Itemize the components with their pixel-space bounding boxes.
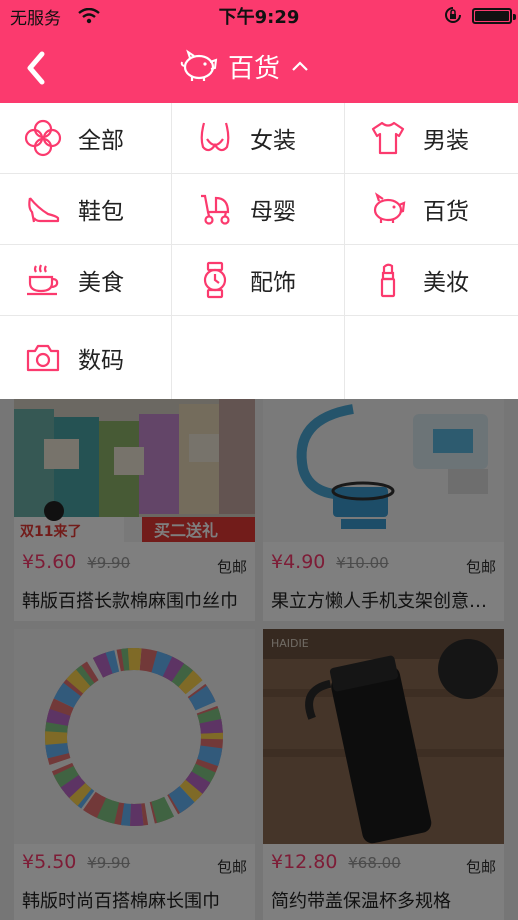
category-label: 男装: [423, 128, 469, 154]
piggy-bank-icon: [180, 49, 218, 81]
status-time: 下午9:29: [218, 7, 300, 28]
page-title: 百货: [228, 53, 281, 84]
watch-icon: [203, 261, 227, 299]
category-switcher[interactable]: 百货: [180, 46, 310, 86]
status-bar: 无服务 下午9:29: [0, 0, 518, 30]
lipstick-icon: [380, 263, 396, 298]
rotation-lock-icon: [445, 7, 461, 23]
nav-bar: 百货: [0, 30, 518, 103]
all-icon: [24, 119, 62, 157]
category-food[interactable]: 美食: [0, 245, 172, 316]
category-label: 女装: [250, 128, 296, 154]
category-digital[interactable]: 数码: [0, 316, 172, 399]
empty-cell: [345, 316, 518, 399]
category-label: 鞋包: [78, 199, 124, 225]
chevron-up-icon: [292, 61, 308, 71]
back-button[interactable]: [18, 48, 58, 88]
battery-icon: [472, 8, 516, 24]
stroller-icon: [201, 194, 230, 225]
category-label: 美妆: [423, 270, 469, 296]
category-label: 美食: [78, 270, 124, 296]
category-all[interactable]: 全部: [0, 103, 172, 174]
coffee-cup-icon: [27, 264, 59, 296]
category-label: 百货: [423, 199, 469, 225]
category-shoes-bags[interactable]: 鞋包: [0, 174, 172, 245]
piggy-bank-icon: [373, 192, 406, 223]
dim-overlay[interactable]: [0, 399, 518, 920]
category-womenswear[interactable]: 女装: [172, 103, 345, 174]
product-list: 双11来了 买二送礼 ¥5.60 ¥9.90 包邮 韩版百搭长款棉麻围巾丝巾 ¥…: [0, 399, 518, 920]
menswear-icon: [371, 121, 405, 155]
camera-icon: [26, 344, 60, 371]
category-general[interactable]: 百货: [345, 174, 518, 245]
empty-cell: [172, 316, 345, 399]
category-menswear[interactable]: 男装: [345, 103, 518, 174]
category-label: 母婴: [250, 199, 296, 225]
category-accessories[interactable]: 配饰: [172, 245, 345, 316]
header: 无服务 下午9:29 百货: [0, 0, 518, 103]
category-label: 全部: [78, 128, 124, 154]
category-cosmetics[interactable]: 美妆: [345, 245, 518, 316]
category-label: 数码: [78, 347, 124, 374]
category-label: 配饰: [250, 270, 296, 296]
shoe-icon: [28, 197, 60, 223]
category-grid: 全部 女装 男装 鞋包 母婴 百货 美食 配饰 美妆 数码: [0, 103, 518, 399]
womenswear-icon: [200, 122, 230, 152]
category-baby[interactable]: 母婴: [172, 174, 345, 245]
